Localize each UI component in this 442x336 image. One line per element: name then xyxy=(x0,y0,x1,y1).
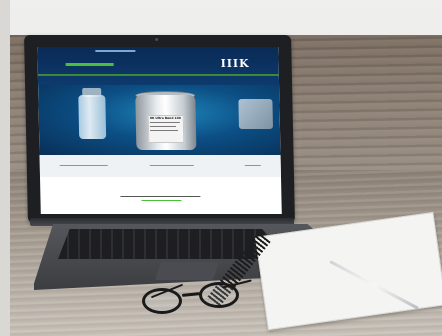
header-green-accent xyxy=(65,63,114,66)
laptop-touchpad xyxy=(155,262,219,280)
can-label-text: IIK Ultra Bond 100 xyxy=(149,116,181,120)
section-heading-underline xyxy=(141,200,182,201)
teaser-link xyxy=(244,165,261,166)
tablet-packaging xyxy=(238,99,273,129)
company-logo: IIIK xyxy=(220,57,250,70)
header-divider xyxy=(37,74,279,76)
can-label-line xyxy=(149,122,180,123)
website-teaser-bar xyxy=(39,155,282,177)
teaser-link xyxy=(59,165,108,166)
left-border xyxy=(0,0,10,336)
website-header: IIIK xyxy=(37,47,280,85)
glass-vial xyxy=(78,95,107,139)
webcam xyxy=(155,38,159,41)
website-hero-image: IIK Ultra Bond 100 xyxy=(38,85,281,155)
laptop-screen: IIIK IIK Ultra Bond 100 xyxy=(37,47,282,214)
laptop-lid: IIIK IIK Ultra Bond 100 xyxy=(24,35,295,223)
header-topline xyxy=(95,50,136,52)
section-heading xyxy=(120,196,201,197)
teaser-link xyxy=(149,165,194,166)
can-label-line xyxy=(149,126,176,127)
can-label-line xyxy=(150,130,179,131)
photo-scene: IIIK IIK Ultra Bond 100 xyxy=(0,0,442,336)
